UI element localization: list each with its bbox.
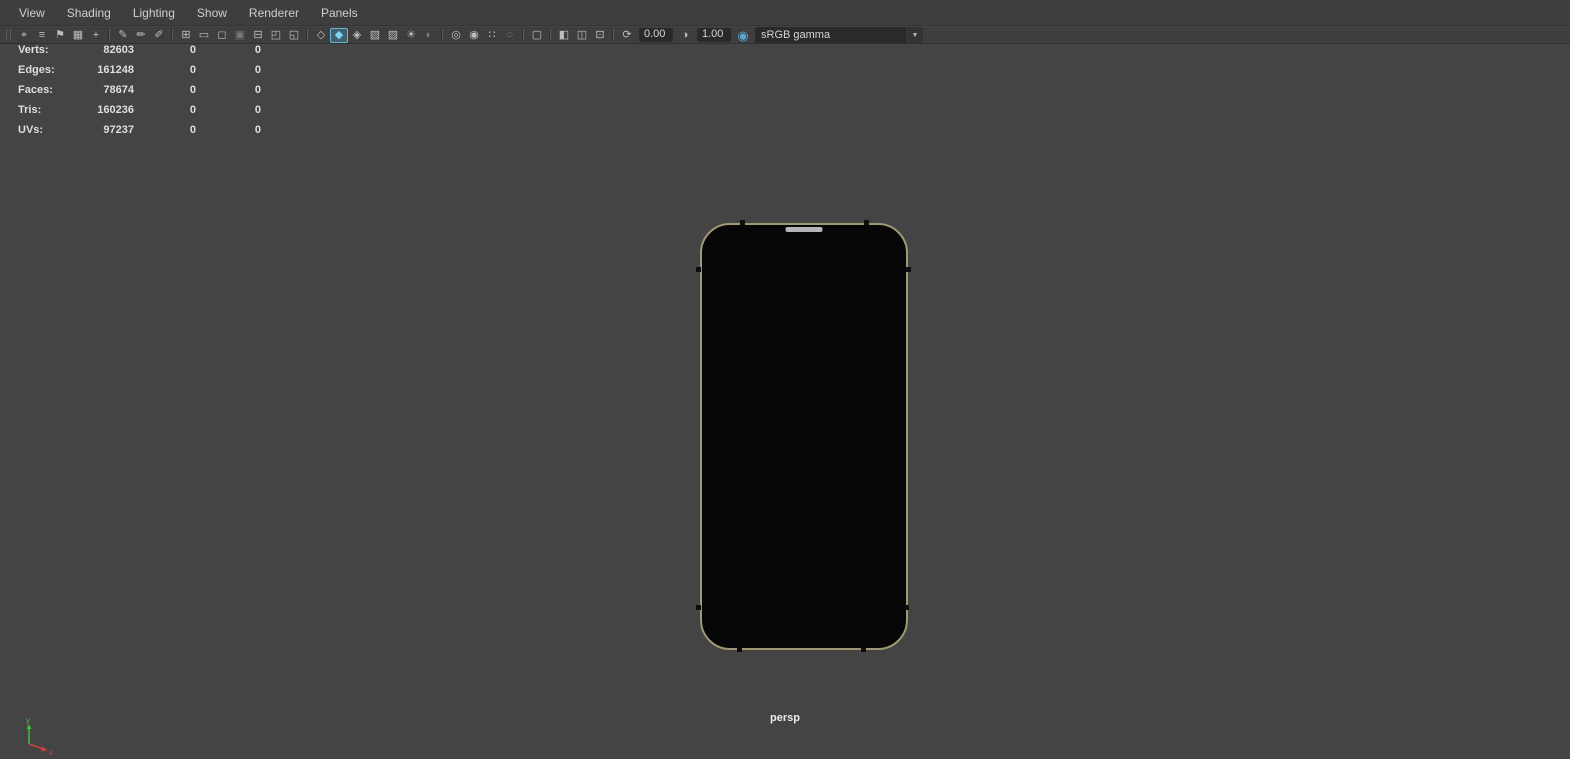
depth-of-field-icon[interactable]: ○ — [501, 28, 519, 43]
shadows-icon[interactable]: ◐ — [420, 28, 438, 43]
selection-corner-tick — [864, 220, 869, 225]
phone-speaker-slot — [785, 227, 823, 232]
two-pane-icon[interactable]: ◫ — [573, 28, 591, 43]
perspective-viewport[interactable]: y x persp — [0, 45, 1570, 757]
camera-name-label: persp — [770, 712, 800, 724]
smooth-shade-icon[interactable]: ◆ — [330, 27, 348, 43]
selection-corner-tick — [904, 605, 909, 610]
wireframe-on-shaded-icon[interactable]: ◈ — [348, 28, 366, 43]
selection-corner-tick — [906, 267, 911, 272]
dropdown-arrow-icon[interactable]: ▼ — [906, 27, 923, 43]
menu-show[interactable]: Show — [186, 0, 238, 25]
panel-menu-bar: View Shading Lighting Show Renderer Pane… — [0, 0, 1570, 26]
screen-space-ao-icon[interactable]: ◎ — [447, 28, 465, 43]
axis-x-label: x — [49, 748, 53, 757]
multisample-icon[interactable]: ∷ — [483, 28, 501, 43]
outliner-pane-icon[interactable]: ⊡ — [591, 28, 609, 43]
safe-action-icon[interactable]: ◰ — [267, 28, 285, 43]
gamma-field[interactable]: 1.00 — [697, 28, 731, 42]
safe-title-icon[interactable]: ◱ — [285, 28, 303, 43]
use-all-lights-icon[interactable]: ☀ — [402, 28, 420, 43]
menu-shading[interactable]: Shading — [56, 0, 122, 25]
selection-corner-tick — [737, 647, 742, 652]
view-transform-dropdown[interactable]: sRGB gamma ▼ — [755, 27, 923, 43]
toolbar-separator — [307, 29, 308, 41]
color-management-icon[interactable]: ◉ — [734, 28, 752, 43]
motion-blur-icon[interactable]: ◉ — [465, 28, 483, 43]
toolbar-separator — [613, 29, 614, 41]
toolbar-separator — [523, 29, 524, 41]
menu-view[interactable]: View — [8, 0, 56, 25]
wireframe-icon[interactable]: ◇ — [312, 28, 330, 43]
menu-lighting[interactable]: Lighting — [122, 0, 186, 25]
single-pane-icon[interactable]: ◧ — [555, 28, 573, 43]
view-transform-value: sRGB gamma — [761, 28, 831, 41]
toolbar-separator — [442, 29, 443, 41]
selection-corner-tick — [861, 647, 866, 652]
selection-corner-tick — [740, 220, 745, 225]
isolate-select-icon[interactable]: ▢ — [528, 28, 546, 43]
gamma-icon[interactable]: ◑ — [676, 28, 694, 43]
exposure-icon[interactable]: ⟳ — [618, 28, 636, 43]
textured-icon[interactable]: ▧ — [366, 28, 384, 43]
phone-model[interactable] — [700, 223, 908, 650]
toolbar-separator — [550, 29, 551, 41]
selection-corner-tick — [696, 267, 701, 272]
axis-x-arrow — [41, 746, 48, 752]
selection-corner-tick — [696, 605, 701, 610]
menu-panels[interactable]: Panels — [310, 0, 369, 25]
menu-renderer[interactable]: Renderer — [238, 0, 310, 25]
exposure-field[interactable]: 0.00 — [639, 28, 673, 42]
use-default-material-icon[interactable]: ▨ — [384, 28, 402, 43]
